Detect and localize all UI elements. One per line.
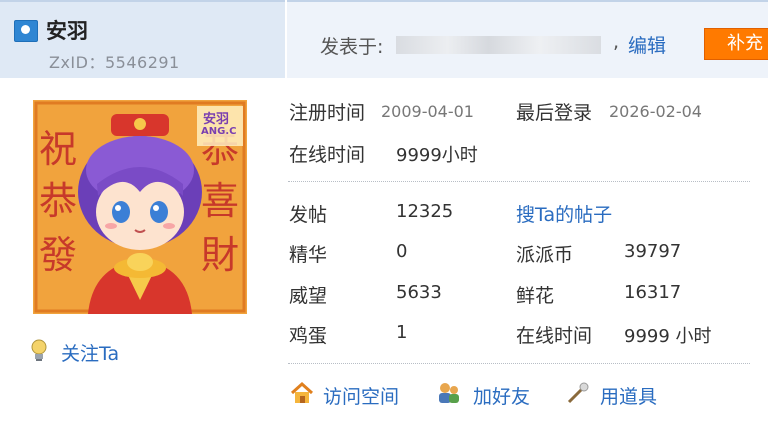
last-login-value: 2026-02-04 <box>609 102 702 121</box>
edit-link[interactable]: 编辑 <box>628 31 666 58</box>
supplement-button[interactable]: 补充 <box>704 28 768 60</box>
magic-wand-icon <box>567 382 589 404</box>
divider <box>288 363 750 364</box>
user-id: ZxID：5546291 <box>49 53 180 72</box>
coins-value: 39797 <box>624 241 682 262</box>
add-friend-link[interactable]: 加好友 <box>473 382 530 409</box>
eggs-value: 1 <box>396 322 408 343</box>
blurred-post-date <box>396 36 601 54</box>
prestige-value: 5633 <box>396 282 442 303</box>
home-icon <box>290 381 314 403</box>
avatar-name-tag: 安羽 <box>203 112 230 127</box>
digest-label: 精华 <box>289 244 328 266</box>
online-time-label: 在线时间 <box>289 144 366 166</box>
coins-label: 派派币 <box>516 244 574 266</box>
separator: , <box>613 31 620 53</box>
flowers-label: 鲜花 <box>516 285 555 307</box>
use-item-link[interactable]: 用道具 <box>600 382 657 409</box>
flowers-value: 16317 <box>624 282 682 303</box>
stats-online-value: 9999 小时 <box>624 326 712 347</box>
eggs-label: 鸡蛋 <box>289 325 328 347</box>
add-friend-icon <box>439 383 459 403</box>
digest-value: 0 <box>396 241 408 262</box>
user-icon <box>14 20 38 42</box>
avatar[interactable]: 祝 恭 發 恭 喜 財 安羽 ANG.C <box>33 100 247 314</box>
online-time-value: 9999小时 <box>396 145 478 166</box>
posted-label: 发表于: <box>320 36 384 58</box>
stats-online-label: 在线时间 <box>516 325 593 347</box>
last-login-label: 最后登录 <box>516 102 593 124</box>
register-time-label: 注册时间 <box>289 102 366 124</box>
search-posts-link[interactable]: 搜Ta的帖子 <box>516 200 612 227</box>
visit-space-link[interactable]: 访问空间 <box>323 382 399 409</box>
username[interactable]: 安羽 <box>46 15 88 45</box>
register-time-value: 2009-04-01 <box>381 102 474 121</box>
posts-value: 12325 <box>396 201 454 222</box>
lightbulb-icon <box>31 339 47 361</box>
divider <box>288 181 750 182</box>
follow-link[interactable]: 关注Ta <box>61 339 119 366</box>
avatar-name-sub: ANG.C <box>201 126 237 137</box>
posts-label: 发帖 <box>289 204 328 226</box>
prestige-label: 威望 <box>289 285 328 307</box>
